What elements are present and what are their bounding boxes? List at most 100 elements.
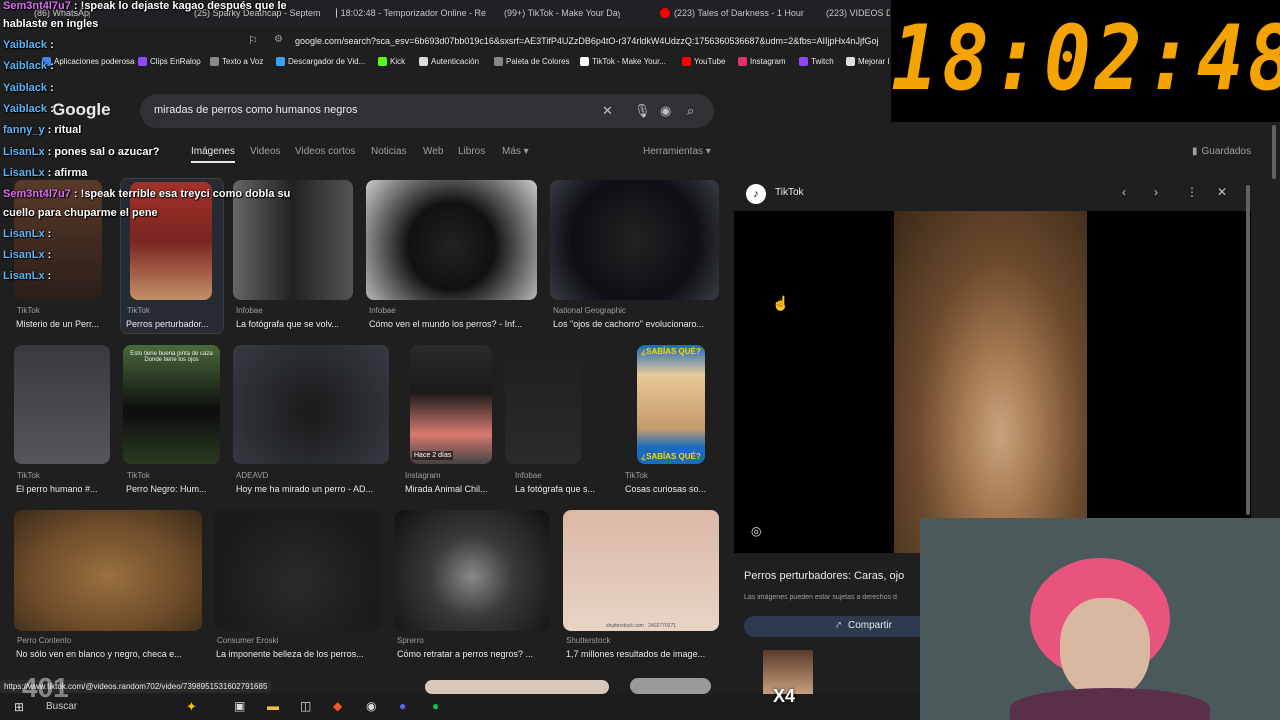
tiktok-icon: ♪ bbox=[746, 184, 766, 204]
chat-message: Yaiblack : bbox=[3, 60, 54, 72]
result-image[interactable] bbox=[425, 680, 609, 694]
url-field[interactable]: google.com/search?sca_esv=6b693d07bb019c… bbox=[295, 32, 917, 50]
panel-title[interactable]: Perros perturbadores: Caras, ojo bbox=[744, 570, 920, 582]
result-image[interactable] bbox=[505, 345, 581, 464]
tools-button[interactable]: Herramientas ▾ bbox=[643, 146, 711, 157]
result-image[interactable] bbox=[233, 345, 389, 464]
bookmark-item[interactable]: Paleta de Colores bbox=[494, 57, 570, 66]
bookmark-item[interactable]: Instagram bbox=[738, 57, 786, 66]
result-image[interactable]: Esto tiene buena pinta de caza Donde tie… bbox=[123, 345, 220, 464]
emote-multiplier: X4 bbox=[773, 686, 796, 706]
result-image[interactable] bbox=[14, 345, 110, 464]
result-title[interactable]: Hoy me ha mirado un perro - AD... bbox=[236, 484, 390, 494]
bookmark-item[interactable]: Kick bbox=[378, 57, 405, 66]
tab-books[interactable]: Libros bbox=[458, 146, 485, 157]
chat-message: hablaste en ingles bbox=[3, 18, 99, 30]
chat-message: Yaiblack : bbox=[3, 82, 54, 94]
tab-tales-of-darkness[interactable]: (223) Tales of Darkness - 1 Hour bbox=[660, 8, 805, 18]
panel-source[interactable]: TikTok bbox=[775, 187, 804, 198]
result-image[interactable] bbox=[14, 510, 202, 631]
instagram-icon bbox=[738, 57, 747, 66]
chat-message: LisanLx : bbox=[3, 228, 52, 240]
saved-button[interactable]: ▮ Guardados bbox=[1192, 146, 1251, 157]
search-icon[interactable]: ⌕ bbox=[687, 103, 694, 119]
chat-message: Sem3nt4l7u7 : !speak lo dejaste kagao de… bbox=[3, 0, 287, 12]
result-title[interactable]: La fotógrafa que se volv... bbox=[236, 319, 354, 329]
result-image[interactable]: Hace 2 días bbox=[410, 345, 492, 464]
page-scrollbar[interactable] bbox=[1272, 125, 1276, 179]
copilot-icon[interactable]: ✦ bbox=[186, 699, 197, 715]
chat-message: LisanLx : bbox=[3, 270, 52, 282]
result-image[interactable] bbox=[366, 180, 537, 300]
bookmark-item[interactable]: Mejorar I bbox=[846, 57, 890, 66]
chat-message: LisanLx : bbox=[3, 249, 52, 261]
result-title[interactable]: 1,7 millones resultados de image... bbox=[566, 649, 719, 659]
timer-overlay: 18:02:48 bbox=[891, 0, 1280, 122]
result-title[interactable]: La fotógrafa que s... bbox=[515, 484, 612, 494]
result-title[interactable]: Perros perturbador... bbox=[126, 319, 222, 329]
result-source: National Geographic bbox=[553, 306, 626, 315]
copyright-note: Las imágenes pueden estar sujetas a dere… bbox=[744, 594, 897, 601]
result-image[interactable]: ¿SABÍAS QUÉ? ¿SABÍAS QUÉ? bbox=[637, 345, 705, 464]
result-title[interactable]: Mirada Animal Chil... bbox=[405, 484, 502, 494]
result-source: TikTok bbox=[625, 471, 648, 480]
result-title[interactable]: Cosas curiosas so... bbox=[625, 484, 715, 494]
result-source: Infobae bbox=[369, 306, 396, 315]
result-source: TikTok bbox=[127, 471, 150, 480]
bookmark-icon bbox=[494, 57, 503, 66]
chat-message: LisanLx : afirma bbox=[3, 167, 88, 179]
overlay-counter: 401 bbox=[22, 672, 69, 703]
next-icon[interactable]: › bbox=[1154, 185, 1158, 199]
lens-icon[interactable]: ◉ bbox=[660, 103, 671, 119]
bookmark-item[interactable]: YouTube bbox=[682, 57, 725, 66]
tab-tiktok[interactable]: (99+) TikTok - Make Your Day bbox=[500, 8, 620, 18]
microphone-icon[interactable]: 🎙 bbox=[634, 103, 651, 119]
clear-icon[interactable]: ✕ bbox=[602, 103, 613, 119]
tab-videos[interactable]: (223) VIDEOS D bbox=[822, 8, 890, 18]
result-title[interactable]: El perro humano #... bbox=[16, 484, 112, 494]
previous-icon[interactable]: ‹ bbox=[1122, 185, 1126, 199]
result-image[interactable] bbox=[214, 510, 381, 631]
bookmark-item[interactable]: Twitch bbox=[799, 57, 834, 66]
youtube-icon bbox=[682, 57, 691, 66]
result-image[interactable] bbox=[630, 678, 711, 694]
preview-image[interactable] bbox=[894, 211, 1087, 553]
chat-message: Yaiblack : bbox=[3, 39, 54, 51]
youtube-icon bbox=[660, 8, 670, 18]
obs-icon[interactable]: ◉ bbox=[366, 699, 376, 713]
more-options-icon[interactable]: ⋮ bbox=[1186, 185, 1198, 199]
result-title[interactable]: La imponente belleza de los perros... bbox=[216, 649, 382, 659]
chat-message: cuello para chuparme el pene bbox=[3, 207, 158, 219]
result-image[interactable] bbox=[395, 510, 549, 631]
task-view-icon[interactable]: ▣ bbox=[234, 699, 245, 713]
file-explorer-icon[interactable]: ▬ bbox=[267, 699, 279, 713]
result-title[interactable]: No sólo ven en blanco y negro, checa e..… bbox=[16, 649, 202, 659]
spotify-icon[interactable]: ● bbox=[432, 699, 439, 713]
bookmark-item[interactable]: TikTok - Make Your... bbox=[580, 57, 666, 66]
discord-icon[interactable]: ● bbox=[399, 699, 406, 713]
result-source: TikTok bbox=[127, 306, 150, 315]
tab-news[interactable]: Noticias bbox=[371, 146, 407, 157]
lens-search-icon[interactable]: ◎ bbox=[751, 524, 761, 538]
result-title[interactable]: Perro Negro: Hum... bbox=[126, 484, 222, 494]
result-title[interactable]: Misterio de un Perr... bbox=[16, 319, 112, 329]
result-title[interactable]: Los "ojos de cachorro" evolucionaro... bbox=[553, 319, 719, 329]
result-image[interactable]: shutterstock.com · 2402770271 bbox=[563, 510, 719, 631]
panel-scrollbar[interactable] bbox=[1246, 185, 1250, 515]
bookmark-icon bbox=[419, 57, 428, 66]
tab-more[interactable]: Más ▾ bbox=[502, 146, 529, 157]
result-title[interactable]: Cómo retratar a perros negros? ... bbox=[397, 649, 549, 659]
tab-timer[interactable]: 18:02:48 - Temporizador Online - Re bbox=[336, 8, 486, 18]
close-icon[interactable]: ✕ bbox=[1217, 185, 1227, 199]
store-icon[interactable]: ◫ bbox=[300, 699, 311, 713]
tab-web[interactable]: Web bbox=[423, 146, 443, 157]
result-title[interactable]: Cómo ven el mundo los perros? - Inf... bbox=[369, 319, 537, 329]
chat-message: Sem3nt4l7u7 : !speak terrible esa treyci… bbox=[3, 188, 291, 200]
brave-icon[interactable]: ◆ bbox=[333, 699, 342, 713]
date-badge: Hace 2 días bbox=[412, 451, 454, 460]
result-source: Sprerro bbox=[397, 636, 424, 645]
bookmark-icon: ▮ bbox=[1192, 146, 1198, 157]
bookmark-item[interactable]: Autenticación bbox=[419, 57, 479, 66]
result-image[interactable] bbox=[550, 180, 719, 300]
clock-icon bbox=[336, 8, 337, 18]
